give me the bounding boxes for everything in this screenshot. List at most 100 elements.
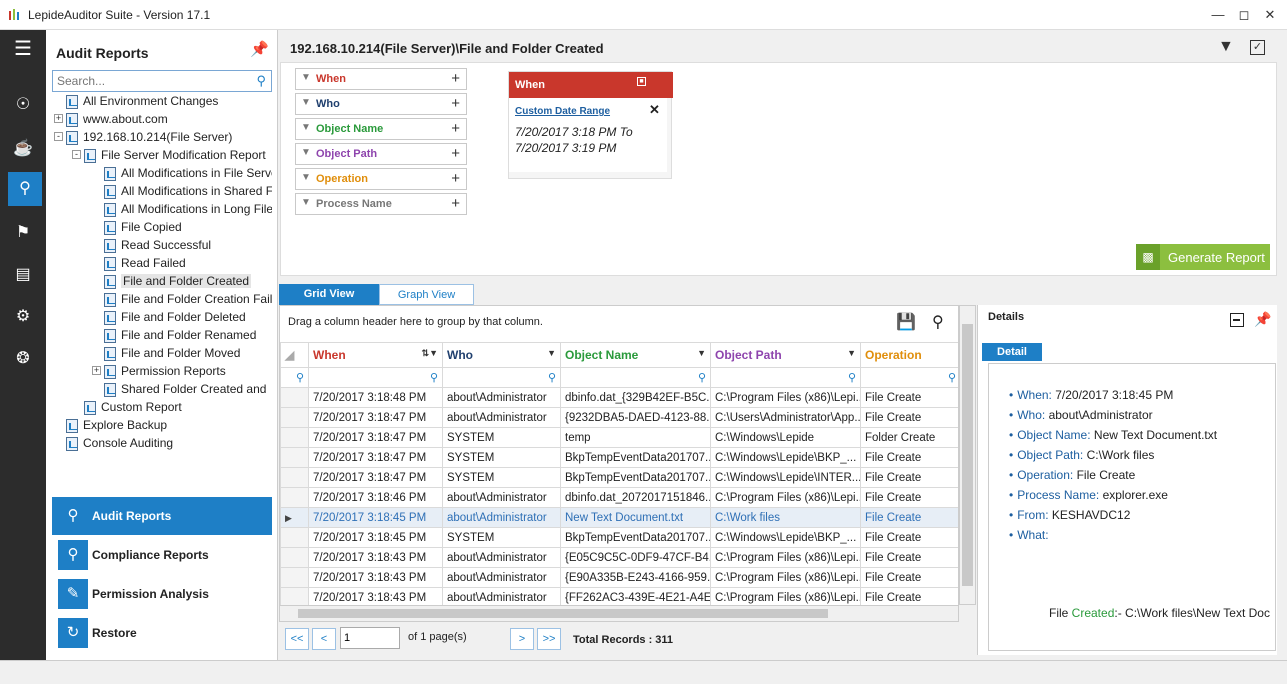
column-filter-icon[interactable]: ⇅▼ (422, 348, 438, 359)
column-filter-cell[interactable]: ⚲ (710, 367, 861, 388)
column-header-object-path[interactable]: Object Path ▼ (710, 342, 861, 368)
table-row[interactable]: ▶ 7/20/2017 3:18:45 PM about\Administrator… (280, 507, 958, 528)
hamburger-menu-icon[interactable]: ☰ (8, 32, 38, 66)
column-filter-icon[interactable]: ▼ (697, 348, 706, 358)
save-icon[interactable]: 💾 (896, 312, 916, 332)
tree-item[interactable]: Shared Folder Created and (104, 380, 272, 398)
tree-item[interactable]: All Environment Changes (66, 92, 272, 110)
expand-icon[interactable]: + (92, 366, 101, 375)
tree-item[interactable]: All Modifications in File Server (104, 164, 272, 182)
next-page-button[interactable]: > (510, 628, 534, 650)
filter-who-button[interactable]: ▼ Who + (295, 93, 467, 115)
search-icon[interactable]: ⚲ (548, 371, 556, 384)
plus-icon[interactable]: + (451, 120, 460, 137)
filter-object-path-button[interactable]: ▼ Object Path + (295, 143, 467, 165)
filter-when-button[interactable]: ▼ When + (295, 68, 467, 90)
tab-graph-view[interactable]: Graph View (379, 284, 474, 305)
gear-icon[interactable]: ⚙ (8, 300, 38, 334)
tree-item[interactable]: File and Folder Moved (104, 344, 272, 362)
column-header-when[interactable]: When ⇅▼ (308, 342, 443, 368)
table-row[interactable]: 7/20/2017 3:18:45 PM SYSTEM BkpTempEventDa… (280, 527, 958, 548)
plus-icon[interactable]: + (451, 70, 460, 87)
tree-item[interactable]: File Server Modification Report (84, 146, 272, 164)
column-filter-cell[interactable]: ⚲ (442, 367, 561, 388)
pin-icon[interactable]: 📌 (1254, 311, 1271, 328)
license-icon[interactable]: ❂ (8, 342, 38, 376)
tree-search-input[interactable] (53, 71, 243, 91)
radar-icon[interactable]: ☉ (8, 88, 38, 122)
bell-icon[interactable]: ⚑ (8, 216, 38, 250)
tree-item[interactable]: File and Folder Creation Failed (104, 290, 272, 308)
nav-permission-analysis-button[interactable]: ✎ Permission Analysis (52, 575, 272, 613)
grid-horizontal-scrollbar[interactable] (279, 605, 959, 622)
search-icon[interactable]: ⚲ (948, 371, 956, 384)
tree-item[interactable]: File and Folder Renamed (104, 326, 272, 344)
nav-compliance-reports-button[interactable]: ⚲ Compliance Reports (52, 536, 272, 574)
table-row[interactable]: 7/20/2017 3:18:48 PM about\Administrator d… (280, 387, 958, 408)
plus-icon[interactable]: + (451, 95, 460, 112)
tree-item[interactable]: Explore Backup (66, 416, 272, 434)
wave-icon[interactable]: ☕ (8, 132, 38, 166)
collapse-icon[interactable]: - (54, 132, 63, 141)
checkbox-icon[interactable]: ✓ (1250, 40, 1265, 55)
tree-item[interactable]: Console Auditing (66, 434, 272, 452)
column-filter-cell[interactable]: ⚲ (308, 367, 443, 388)
grid-vertical-scrollbar[interactable] (959, 305, 976, 605)
filter-operation-button[interactable]: ▼ Operation + (295, 168, 467, 190)
tree-item[interactable]: Read Failed (104, 254, 272, 272)
column-filter-icon[interactable]: ▼ (547, 348, 556, 358)
collapse-icon[interactable]: - (72, 150, 81, 159)
plus-icon[interactable]: + (451, 145, 460, 162)
tree-item[interactable]: Permission Reports (104, 362, 272, 380)
plus-icon[interactable]: + (451, 170, 460, 187)
collapse-icon[interactable]: ■ (637, 77, 646, 86)
tree-item[interactable]: All Modifications in Long File Path (104, 200, 272, 218)
search-icon[interactable]: ⚲ (430, 371, 438, 384)
tree-item[interactable]: All Modifications in Shared Folders (104, 182, 272, 200)
column-filter-cell[interactable]: ⚲ (860, 367, 958, 388)
minimize-button[interactable]: — (1208, 6, 1228, 24)
tree-item[interactable]: File and Folder Created (104, 272, 272, 290)
tree-item[interactable]: File Copied (104, 218, 272, 236)
custom-date-range-link[interactable]: Custom Date Range (515, 106, 610, 117)
nav-restore-button[interactable]: ↻ Restore (52, 614, 272, 652)
scroll-thumb[interactable] (962, 324, 973, 586)
column-header-operation[interactable]: Operation (860, 342, 958, 368)
search-icon[interactable]: ⚲ (698, 371, 706, 384)
scroll-thumb[interactable] (298, 609, 828, 618)
filter-process-name-button[interactable]: ▼ Process Name + (295, 193, 467, 215)
tree-item[interactable]: Read Successful (104, 236, 272, 254)
minimize-panel-icon[interactable] (1230, 313, 1244, 327)
table-row[interactable]: 7/20/2017 3:18:43 PMabout\Administrator{… (280, 567, 958, 588)
tree-item[interactable]: File and Folder Deleted (104, 308, 272, 326)
column-header-who[interactable]: Who ▼ (442, 342, 561, 368)
page-number-input[interactable] (340, 627, 400, 649)
tab-detail[interactable]: Detail (982, 343, 1042, 361)
prev-page-button[interactable]: < (312, 628, 336, 650)
last-page-button[interactable]: >> (537, 628, 561, 650)
nav-audit-reports-button[interactable]: ⚲ Audit Reports (52, 497, 272, 535)
plus-icon[interactable]: + (451, 195, 460, 212)
tree-item[interactable]: 192.168.10.214(File Server) (66, 128, 272, 146)
search-icon[interactable]: ⚲ (256, 73, 266, 89)
tab-grid-view[interactable]: Grid View (279, 284, 379, 305)
filter-object-name-button[interactable]: ▼ Object Name + (295, 118, 467, 140)
table-row[interactable]: 7/20/2017 3:18:47 PM about\Administrator{… (280, 407, 958, 428)
search-icon[interactable]: ⚲ (848, 371, 856, 384)
first-page-button[interactable]: << (285, 628, 309, 650)
table-row[interactable]: 7/20/2017 3:18:47 PM SYSTEM temp C:\Windows… (280, 427, 958, 448)
pin-icon[interactable]: 📌 (250, 40, 269, 58)
report-icon[interactable]: ▤ (8, 258, 38, 292)
audit-search-icon[interactable]: ⚲ (8, 172, 42, 206)
table-row[interactable]: 7/20/2017 3:18:46 PM about\Administrator d… (280, 487, 958, 508)
tree-item[interactable]: Custom Report (84, 398, 272, 416)
column-header-object-name[interactable]: Object Name ▼ (560, 342, 711, 368)
column-filter-icon[interactable]: ▼ (847, 348, 856, 358)
table-row[interactable]: 7/20/2017 3:18:43 PMabout\Administrator{… (280, 547, 958, 568)
grid-search-icon[interactable]: ⚲ (932, 312, 944, 332)
close-icon[interactable]: ✕ (649, 102, 660, 118)
tree-item[interactable]: www.about.com (66, 110, 272, 128)
close-button[interactable]: ✕ (1260, 6, 1280, 24)
table-row[interactable]: 7/20/2017 3:18:47 PM SYSTEM BkpTempEventDa… (280, 467, 958, 488)
generate-report-button[interactable]: ▩ Generate Report (1136, 244, 1270, 270)
